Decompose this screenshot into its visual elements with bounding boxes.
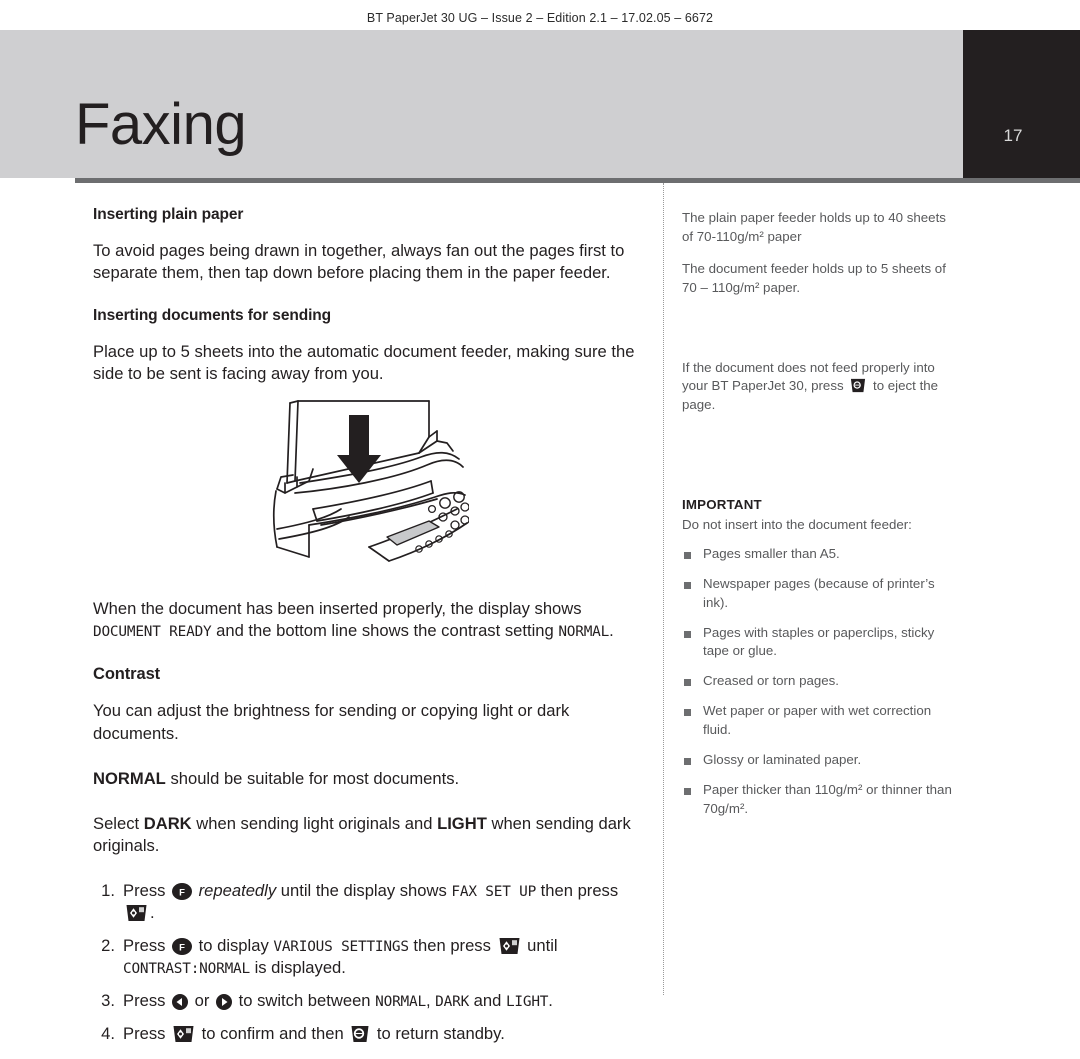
step-number: 3. bbox=[101, 991, 115, 1011]
start-key-icon[interactable] bbox=[125, 904, 148, 922]
step-number: 4. bbox=[101, 1024, 115, 1044]
running-head: BT PaperJet 30 UG – Issue 2 – Edition 2.… bbox=[366, 11, 714, 25]
list-item: Pages smaller than A5. bbox=[682, 545, 954, 564]
step-text: or bbox=[190, 991, 215, 1011]
lcd-various-settings: VARIOUS SETTINGS bbox=[273, 939, 409, 955]
heading-contrast: Contrast bbox=[93, 665, 161, 684]
bold-normal: NORMAL bbox=[93, 768, 166, 788]
lcd-fax-set-up: FAX SET UP bbox=[451, 883, 537, 900]
step-text: to return standby. bbox=[372, 1024, 505, 1044]
page-number-block: 17 bbox=[963, 30, 1080, 178]
step-text: Press bbox=[123, 936, 171, 955]
arrow-right-key-icon[interactable] bbox=[216, 994, 233, 1011]
step-text: Press bbox=[123, 991, 171, 1011]
paragraph-normal-suitable: NORMAL should be suitable for most docum… bbox=[93, 768, 645, 790]
list-item: Glossy or laminated paper. bbox=[682, 751, 954, 770]
arrow-left-key-icon[interactable] bbox=[172, 994, 189, 1011]
title-band-rule bbox=[75, 178, 963, 183]
step-text: to display bbox=[194, 936, 274, 955]
step-text: , bbox=[425, 991, 436, 1011]
start-key-icon[interactable] bbox=[172, 1025, 195, 1043]
lcd-normal: NORMAL bbox=[375, 994, 426, 1011]
step-text: then press bbox=[408, 936, 496, 955]
document-page: BT PaperJet 30 UG – Issue 2 – Edition 2.… bbox=[0, 0, 1080, 1059]
contrast-steps-list: 1. Press F repeatedly until the display s… bbox=[93, 880, 645, 1046]
svg-text:F: F bbox=[179, 942, 185, 953]
lcd-dark: DARK bbox=[435, 994, 470, 1011]
text-select: Select bbox=[93, 813, 144, 833]
paragraph-dark-light: Select DARK when sending light originals… bbox=[93, 813, 645, 857]
do-not-insert-list: Pages smaller than A5. Newspaper pages (… bbox=[682, 545, 954, 819]
paragraph-inserting-plain-paper: To avoid pages being drawn in together, … bbox=[93, 241, 625, 283]
heading-inserting-plain-paper: Inserting plain paper bbox=[93, 206, 244, 223]
function-key-f-icon[interactable]: F bbox=[172, 882, 193, 900]
text-part-2: and the bottom line shows the contrast s… bbox=[211, 621, 559, 641]
list-item: Wet paper or paper with wet correction f… bbox=[682, 702, 954, 740]
list-item: Creased or torn pages. bbox=[682, 672, 954, 691]
list-item: 1. Press F repeatedly until the display s… bbox=[93, 880, 645, 924]
column-divider bbox=[663, 183, 664, 995]
fax-machine-illustration bbox=[93, 397, 645, 572]
start-key-icon[interactable] bbox=[498, 937, 521, 955]
step-number: 2. bbox=[101, 936, 115, 955]
list-item: Newspaper pages (because of printer’s in… bbox=[682, 575, 954, 613]
text-normal-rest: should be suitable for most documents. bbox=[165, 768, 460, 788]
step-text: . bbox=[150, 902, 155, 922]
step-text: to switch between bbox=[234, 991, 376, 1011]
lcd-light: LIGHT bbox=[505, 994, 549, 1011]
note-plain-paper-feeder: The plain paper feeder holds up to 40 sh… bbox=[682, 210, 946, 244]
page-number: 17 bbox=[1003, 126, 1023, 145]
important-intro: Do not insert into the document feeder: bbox=[682, 517, 912, 532]
note-document-feeder: The document feeder holds up to 5 sheets… bbox=[682, 260, 946, 295]
eject-key-icon[interactable] bbox=[849, 378, 867, 393]
step-text: Press bbox=[123, 1024, 171, 1044]
list-item: 4. Press to confirm and then to return st… bbox=[93, 1023, 645, 1045]
step-text: and bbox=[469, 991, 506, 1011]
step-text: is displayed. bbox=[249, 958, 346, 978]
step-text: Press bbox=[123, 880, 171, 900]
list-item: 3. Press or to switch between NORMAL, DAR… bbox=[93, 990, 645, 1012]
lcd-document-ready: DOCUMENT READY bbox=[93, 624, 212, 641]
function-key-f-icon[interactable]: F bbox=[172, 938, 193, 955]
main-column: Inserting plain paper To avoid pages bei… bbox=[93, 206, 645, 1057]
bold-light: LIGHT bbox=[437, 813, 487, 833]
step-number: 1. bbox=[101, 880, 115, 900]
text-mid: when sending light originals and bbox=[191, 813, 438, 833]
note-eject-page: If the document does not feed properly i… bbox=[682, 359, 954, 416]
text-part-1: When the document has been inserted prop… bbox=[93, 599, 582, 619]
heading-inserting-documents: Inserting documents for sending bbox=[93, 307, 332, 325]
step-text: until bbox=[522, 936, 558, 955]
text-part-3: . bbox=[609, 621, 614, 641]
lcd-normal: NORMAL bbox=[558, 624, 610, 641]
side-notes-column: The plain paper feeder holds up to 40 sh… bbox=[682, 209, 954, 830]
list-item: 2. Press F to display VARIOUS SETTINGS th… bbox=[93, 935, 645, 979]
step-italic: repeatedly bbox=[198, 880, 277, 900]
step-text: until the display shows bbox=[276, 880, 452, 900]
page-title: Faxing bbox=[75, 92, 247, 157]
page-number-block-rule bbox=[963, 178, 1080, 183]
paragraph-document-ready: When the document has been inserted prop… bbox=[93, 598, 645, 642]
important-heading: IMPORTANT bbox=[682, 497, 762, 513]
step-text: . bbox=[548, 991, 553, 1011]
stop-key-icon[interactable] bbox=[350, 1025, 370, 1043]
paragraph-contrast-intro: You can adjust the brightness for sendin… bbox=[93, 701, 570, 743]
fax-machine-document-feeder-icon bbox=[273, 400, 470, 563]
bold-dark: DARK bbox=[143, 813, 192, 833]
list-item: Pages with staples or paperclips, sticky… bbox=[682, 624, 954, 662]
svg-text:F: F bbox=[179, 887, 185, 898]
list-item: Paper thicker than 110g/m² or thinner th… bbox=[682, 781, 954, 819]
lcd-contrast-normal: CONTRAST:NORMAL bbox=[123, 961, 250, 978]
step-text: then press bbox=[536, 880, 619, 900]
step-text: to confirm and then bbox=[197, 1024, 349, 1044]
paragraph-inserting-documents: Place up to 5 sheets into the automatic … bbox=[93, 342, 635, 384]
